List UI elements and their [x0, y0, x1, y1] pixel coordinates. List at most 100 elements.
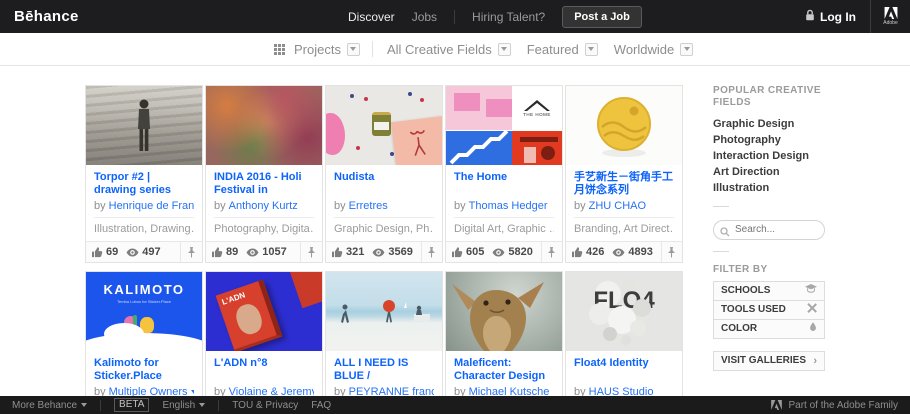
project-title[interactable]: Kalimoto for Sticker.Place [94, 357, 194, 384]
project-thumbnail[interactable] [206, 86, 322, 165]
nav-jobs[interactable]: Jobs [412, 10, 437, 24]
adobe-mark-icon [771, 400, 782, 410]
behance-logo[interactable]: Bēhance [14, 8, 79, 25]
project-card[interactable]: KALIMOTO Temba Lobos for Sticker.Place K… [85, 271, 203, 414]
project-thumbnail[interactable] [86, 86, 202, 165]
adobe-family-label: Part of the Adobe Family [788, 400, 898, 411]
divider [713, 206, 729, 207]
views-icon [612, 248, 625, 257]
project-title[interactable]: Nudista [334, 171, 434, 198]
popular-fields-header: POPULAR CREATIVE FIELDS [713, 85, 825, 109]
project-byline: by Henrique de França [94, 200, 194, 218]
grid-view-icon[interactable] [274, 44, 285, 55]
project-stats: 89 1057 [206, 241, 322, 262]
thumbnail-text: THE HOME [523, 112, 551, 117]
project-owner-link[interactable]: Henrique de França [109, 200, 194, 212]
appreciations-count: 321 [346, 246, 364, 258]
right-sidebar: POPULAR CREATIVE FIELDS Graphic Design P… [713, 85, 825, 371]
sidebar-field-illustration[interactable]: Illustration [713, 182, 825, 195]
project-fields: Graphic Design, Ph… [334, 218, 434, 241]
project-title[interactable]: Maleficent: Character Design [454, 357, 554, 384]
project-title[interactable]: 手艺新生－街角手工月饼念系列 [574, 171, 674, 198]
project-owner-link[interactable]: Erretres [349, 200, 388, 212]
sidebar-field-photography[interactable]: Photography [713, 134, 825, 147]
chevron-right-icon: › [813, 355, 817, 367]
droplet-icon [809, 322, 817, 336]
spheres-art: FLO4 [566, 272, 682, 351]
post-a-job-button[interactable]: Post a Job [562, 6, 642, 28]
language-label: English [162, 400, 195, 411]
project-card[interactable]: FLO4 Float4 Identity by HAUS Studio Art … [565, 271, 683, 414]
creative-fields-label: All Creative Fields [387, 42, 492, 57]
chevron-down-icon [199, 403, 205, 407]
project-thumbnail[interactable] [326, 86, 442, 165]
worldwide-dropdown[interactable]: Worldwide [614, 42, 693, 57]
creative-fields-dropdown[interactable]: All Creative Fields [387, 42, 511, 57]
featured-dropdown[interactable]: Featured [527, 42, 598, 57]
divider [100, 400, 101, 411]
project-card[interactable]: Torpor #2 | drawing series by Henrique d… [85, 85, 203, 263]
project-byline: by Erretres [334, 200, 434, 218]
visit-galleries-label: VISIT GALLERIES [721, 355, 806, 366]
divider [713, 251, 729, 252]
project-thumbnail[interactable] [326, 272, 442, 351]
project-thumbnail[interactable]: THE HOME [446, 86, 562, 165]
project-title[interactable]: INDIA 2016 - Holi Festival in [214, 171, 314, 198]
by-label: by [334, 200, 346, 212]
divider [218, 400, 219, 411]
project-owner-link[interactable]: Anthony Kurtz [229, 200, 298, 212]
figure-art [133, 98, 155, 158]
project-card[interactable]: INDIA 2016 - Holi Festival in by Anthony… [205, 85, 323, 263]
project-stats: 321 3569 [326, 241, 442, 262]
project-card[interactable]: ALL I NEED IS BLUE / PHOTOGRAPHIE by PEY… [325, 271, 443, 414]
filter-by-header: FILTER BY [713, 264, 825, 275]
project-title[interactable]: ALL I NEED IS BLUE / PHOTOGRAPHIE [334, 357, 434, 384]
project-thumbnail[interactable] [446, 272, 562, 351]
faq-link[interactable]: FAQ [311, 400, 331, 411]
sidebar-field-art-direction[interactable]: Art Direction [713, 166, 825, 179]
projects-dropdown[interactable]: Projects [294, 42, 360, 57]
visit-galleries-button[interactable]: VISIT GALLERIES › [713, 351, 825, 371]
project-card[interactable]: L'ADN L'ADN n°8 by Violaine & Jeremy Art… [205, 271, 323, 414]
feature-pin-icon [541, 242, 562, 262]
more-behance-dropdown[interactable]: More Behance [12, 400, 87, 411]
filter-tools-used-button[interactable]: TOOLS USED [713, 300, 825, 320]
project-title[interactable]: Torpor #2 | drawing series [94, 171, 194, 198]
project-title[interactable]: L'ADN n°8 [214, 357, 314, 384]
project-thumbnail[interactable] [566, 86, 682, 165]
language-dropdown[interactable]: English [162, 400, 205, 411]
appreciations-count: 89 [226, 246, 238, 258]
project-title[interactable]: The Home [454, 171, 554, 198]
sidebar-field-interaction-design[interactable]: Interaction Design [713, 150, 825, 163]
tou-privacy-link[interactable]: TOU & Privacy [232, 400, 298, 411]
project-fields: Photography, Digita… [214, 218, 314, 241]
thumbnail-subtext: Temba Lobos for Sticker.Place [86, 299, 202, 304]
chevron-down-icon[interactable] [191, 390, 194, 394]
sidebar-field-graphic-design[interactable]: Graphic Design [713, 118, 825, 131]
project-card[interactable]: 手艺新生－街角手工月饼念系列 by ZHU CHAO Branding, Art… [565, 85, 683, 263]
project-byline: by Anthony Kurtz [214, 200, 314, 218]
nav-discover[interactable]: Discover [348, 10, 395, 24]
project-thumbnail[interactable]: L'ADN [206, 272, 322, 351]
project-card[interactable]: Maleficent: Character Design by Michael … [445, 271, 563, 414]
filter-color-button[interactable]: COLOR [713, 319, 825, 339]
project-card[interactable]: Nudista by Erretres Graphic Design, Ph… … [325, 85, 443, 263]
nav-hiring-talent[interactable]: Hiring Talent? [472, 10, 545, 24]
beta-badge: BETA [114, 398, 149, 412]
adobe-logo[interactable]: Adobe [870, 0, 910, 33]
beach-art [326, 272, 442, 351]
filter-schools-button[interactable]: SCHOOLS [713, 281, 825, 301]
by-label: by [454, 200, 466, 212]
project-thumbnail[interactable]: FLO4 [566, 272, 682, 351]
project-owner-link[interactable]: ZHU CHAO [589, 200, 646, 212]
filter-label: SCHOOLS [721, 285, 770, 296]
project-thumbnail[interactable]: KALIMOTO Temba Lobos for Sticker.Place [86, 272, 202, 351]
appreciations-count: 426 [586, 246, 604, 258]
login-button[interactable]: Log In [805, 9, 856, 25]
adobe-word: Adobe [883, 20, 897, 26]
project-owner-link[interactable]: Thomas Hedger [469, 200, 548, 212]
footer-bar: More Behance BETA English TOU & Privacy … [0, 396, 910, 414]
project-title[interactable]: Float4 Identity [574, 357, 674, 384]
project-card[interactable]: THE HOME The Home by Thomas Hedger Digit… [445, 85, 563, 263]
appreciations-count: 69 [106, 246, 118, 258]
